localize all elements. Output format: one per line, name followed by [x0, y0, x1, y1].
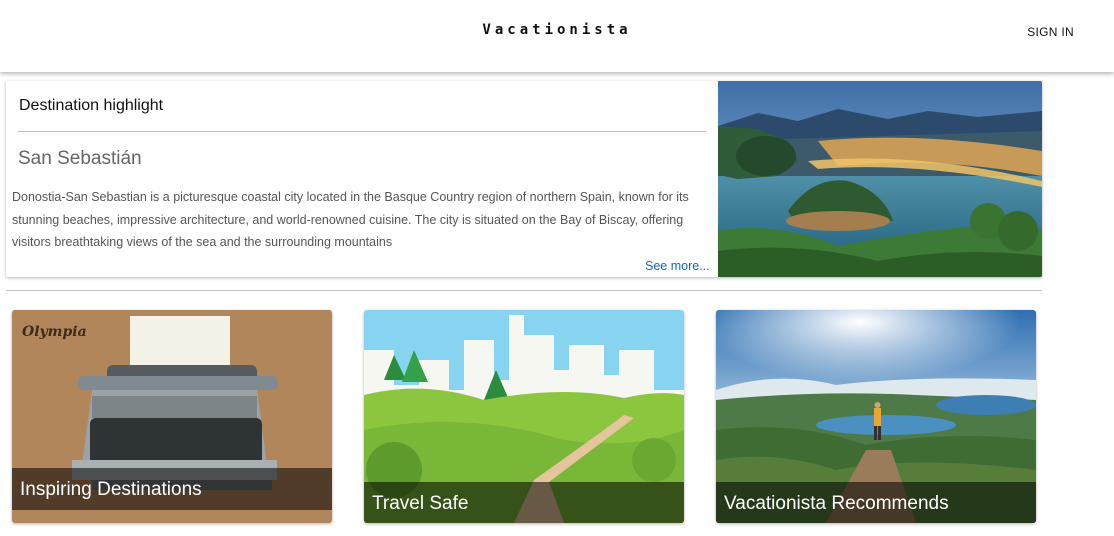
card-title: Vacationista Recommends	[724, 493, 949, 514]
card-caption: Inspiring Destinations	[12, 468, 332, 510]
travel-safe-card[interactable]: Travel Safe	[364, 310, 684, 523]
svg-text:Olympia: Olympia	[22, 324, 87, 340]
highlight-description: Donostia-San Sebastian is a picturesque …	[12, 190, 689, 249]
san-sebastian-photo	[718, 81, 1042, 277]
section-divider	[6, 290, 1042, 291]
brand-title[interactable]: Vacationista	[0, 22, 1114, 38]
highlight-divider	[18, 131, 706, 132]
card-caption: Vacationista Recommends	[716, 482, 1036, 523]
sign-in-button[interactable]: SIGN IN	[1027, 25, 1074, 39]
card-title: Travel Safe	[372, 493, 469, 514]
top-app-bar: Vacationista SIGN IN	[0, 0, 1114, 72]
vacationista-recommends-card[interactable]: Vacationista Recommends	[716, 310, 1036, 523]
card-caption: Travel Safe	[364, 482, 684, 523]
inspiring-destinations-card[interactable]: Olympia Inspiring Destinations	[12, 310, 332, 523]
see-more-link[interactable]: See more...	[645, 259, 710, 273]
destination-highlight-card: Destination highlight San Sebastián Dono…	[6, 81, 1042, 277]
highlight-label: Destination highlight	[19, 97, 164, 114]
highlight-city: San Sebastián	[18, 148, 142, 169]
card-title: Inspiring Destinations	[20, 479, 202, 500]
